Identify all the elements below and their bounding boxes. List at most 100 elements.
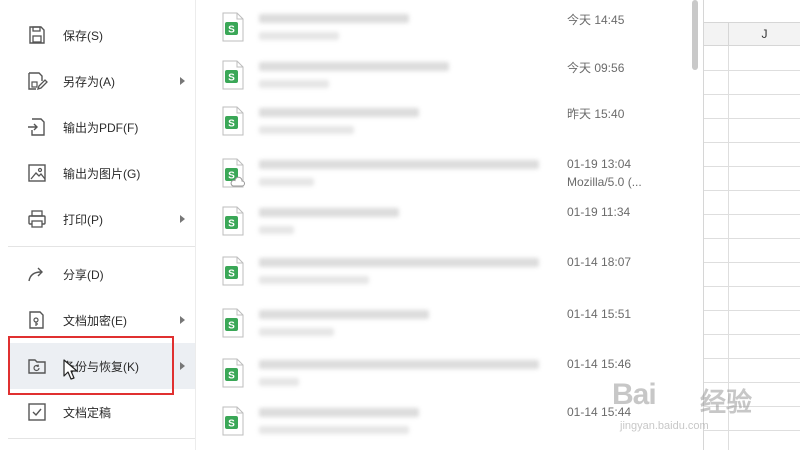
watermark-brand: Bai [612,378,657,411]
file-menu: 保存(S) 另存为(A) 输出为PDF(F) 输出为图片(G) 打印(P) 分享… [0,0,195,450]
blurred-file-path [259,178,314,186]
watermark-brand-cn: 经验 [700,388,753,418]
gridline [704,142,800,143]
blurred-file-path [259,426,409,434]
svg-text:S: S [228,73,235,84]
export-pdf-icon [25,115,49,139]
gridline [704,358,800,359]
export-image-icon [25,161,49,185]
recent-file-row[interactable]: S 01-14 15:51 [196,300,686,348]
recent-file-row[interactable]: S 01-19 13:04 Mozilla/5.0 (... [196,150,686,198]
menu-item-save[interactable]: 保存(S) [8,12,195,58]
watermark-url: jingyan.baidu.com [620,420,709,432]
menu-divider [8,246,195,247]
recent-file-row[interactable]: S 01-19 11:34 [196,198,686,246]
chevron-right-icon [180,362,185,370]
blurred-file-path [259,226,294,234]
menu-divider [8,438,195,439]
menu-item-label: 文档加密(E) [63,313,127,328]
file-modified-time: 01-14 15:51 [567,307,632,321]
print-icon [25,207,49,231]
baidu-jingyan-watermark: Bai 经验 jingyan.baidu.com [608,372,798,442]
blurred-file-path [259,276,369,284]
blurred-file-path [259,80,329,88]
menu-item-export-pdf[interactable]: 输出为PDF(F) [8,104,195,150]
blurred-file-name [259,408,419,417]
gridline [704,214,800,215]
save-as-icon [25,69,49,93]
gridline [704,94,800,95]
blurred-file-name [259,258,539,267]
blurred-file-path [259,32,339,40]
menu-item-finalize[interactable]: 文档定稿 [8,389,195,435]
spreadsheet-file-icon: S [221,206,245,236]
gridline [704,310,800,311]
chevron-right-icon [180,215,185,223]
blurred-file-name [259,160,539,169]
encrypt-icon [25,308,49,332]
svg-text:S: S [228,25,235,36]
blurred-file-name [259,360,539,369]
blurred-file-path [259,378,299,386]
spreadsheet-file-icon: S [221,106,245,136]
mouse-cursor-icon [63,359,79,386]
column-header-row: J [704,22,800,47]
menu-item-label: 打印(P) [63,212,103,227]
recent-file-row[interactable]: S 昨天 15:40 [196,98,686,146]
blurred-file-path [259,328,334,336]
menu-item-print[interactable]: 打印(P) [8,196,195,242]
recent-file-row[interactable]: S 今天 09:56 [196,52,686,100]
chevron-right-icon [180,316,185,324]
menu-item-label: 保存(S) [63,28,103,43]
finalize-icon [25,400,49,424]
scrollbar-thumb[interactable] [692,0,698,70]
svg-text:S: S [228,219,235,230]
column-header-j[interactable]: J [728,23,800,47]
gridline [704,238,800,239]
menu-item-label: 文档定稿 [63,405,112,420]
blurred-file-name [259,108,419,117]
file-modified-time: 01-19 13:04 [567,157,632,171]
blurred-file-name [259,208,399,217]
menu-item-label: 分享(D) [63,267,104,282]
spreadsheet-file-icon: S [221,358,245,388]
share-icon [25,262,49,286]
menu-item-label: 另存为(A) [63,74,115,89]
spreadsheet-file-icon: S [221,308,245,338]
blurred-file-name [259,14,409,23]
gridline [704,118,800,119]
gridline [704,262,800,263]
gridline [704,70,800,71]
menu-item-share[interactable]: 分享(D) [8,251,195,297]
menu-item-encrypt[interactable]: 文档加密(E) [8,297,195,343]
file-modified-time: 今天 09:56 [567,61,625,75]
svg-text:S: S [228,371,235,382]
menu-item-label: 输出为图片(G) [63,166,141,181]
recent-file-row[interactable]: S 01-14 18:07 [196,248,686,296]
menu-item-export-image[interactable]: 输出为图片(G) [8,150,195,196]
svg-text:S: S [228,321,235,332]
file-modified-time: 01-19 11:34 [567,205,631,219]
file-modified-time: 01-14 18:07 [567,255,632,269]
menu-item-backup-restore[interactable]: 备份与恢复(K) [8,343,195,389]
gridline [704,334,800,335]
spreadsheet-file-icon: S [221,12,245,42]
blurred-file-path [259,126,354,134]
menu-item-save-as[interactable]: 另存为(A) [8,58,195,104]
spreadsheet-file-icon: S [221,256,245,286]
spreadsheet-file-icon: S [221,406,245,436]
blurred-file-name [259,310,429,319]
svg-text:S: S [228,419,235,430]
file-modified-time: 今天 14:45 [567,13,625,27]
file-modified-time: 01-14 15:46 [567,357,632,371]
chevron-right-icon [180,77,185,85]
gridline [704,286,800,287]
recent-file-row[interactable]: S 今天 14:45 [196,4,686,52]
file-modified-time: 昨天 15:40 [567,107,625,121]
svg-text:S: S [228,269,235,280]
spreadsheet-file-icon: S [221,60,245,90]
gridline [704,166,800,167]
spreadsheet-cloud-file-icon: S [221,158,245,188]
gridline [704,190,800,191]
menu-item-label: 输出为PDF(F) [63,120,139,135]
